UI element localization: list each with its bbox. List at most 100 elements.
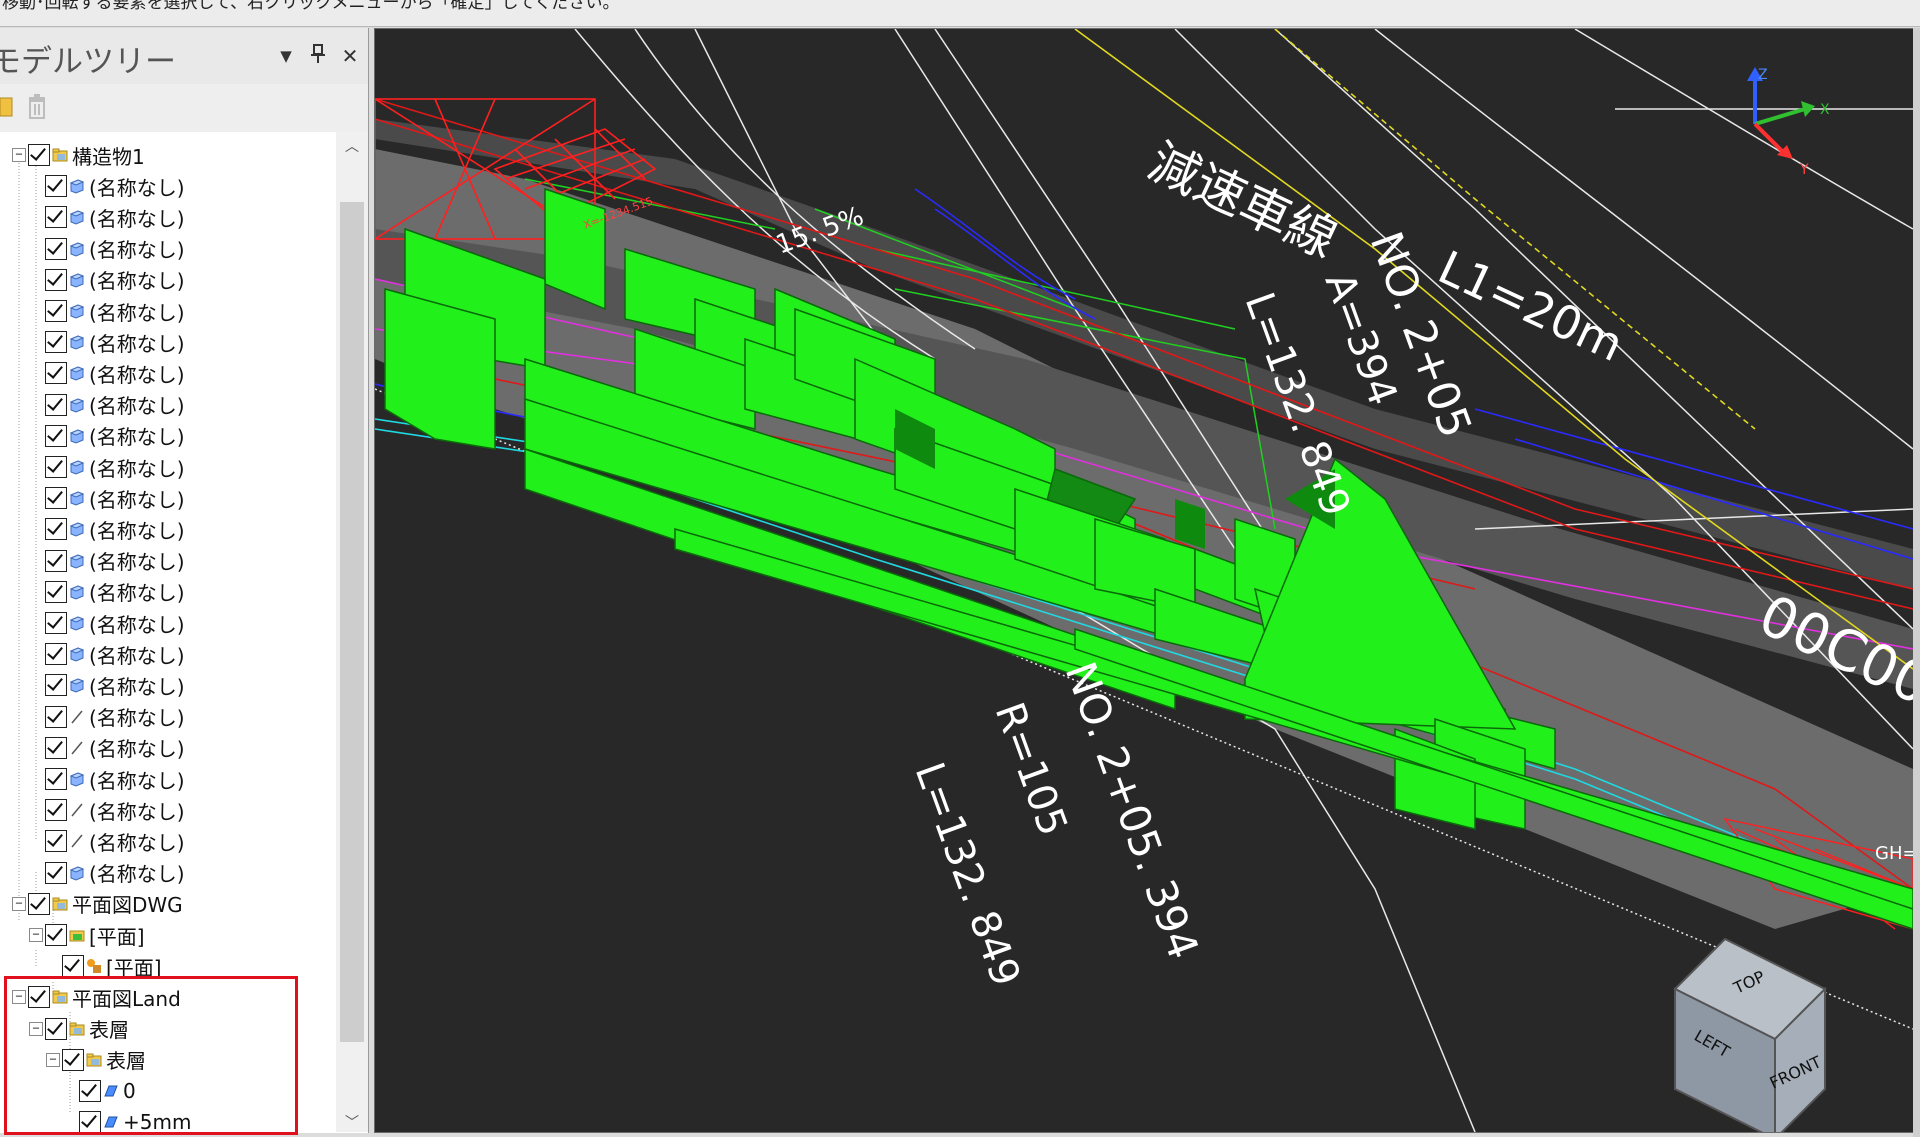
tree-item-label: (名称なし) xyxy=(89,238,185,263)
status-bar: 移動･回転する要素を選択して、右クリックメニューから「確定」してください。 xyxy=(0,0,1920,27)
tree-checkbox[interactable] xyxy=(45,175,67,198)
pin-icon[interactable] xyxy=(306,44,330,69)
scroll-up-arrow[interactable]: ︿ xyxy=(336,136,368,156)
line-icon xyxy=(69,740,85,756)
tree-item[interactable]: (名称なし) xyxy=(29,202,185,232)
tree-checkbox[interactable] xyxy=(45,736,67,759)
panel-dropdown-button[interactable]: ▼ xyxy=(274,47,298,65)
axis-x-label: X xyxy=(1820,102,1830,118)
tree-item[interactable]: (名称なし) xyxy=(29,171,185,201)
3d-scene[interactable]: 15. 5% 減速車線 L1=20m NO. 2+05 A=394 L=132.… xyxy=(375,29,1913,1132)
tree-checkbox[interactable] xyxy=(45,206,67,229)
tree-expander[interactable]: − xyxy=(12,896,26,911)
axis-gizmo: Z X Y xyxy=(1747,67,1830,178)
tree-expander[interactable]: − xyxy=(12,148,26,162)
solid-icon xyxy=(69,365,85,381)
panel-title: モデルツリー xyxy=(0,44,176,80)
tree-item[interactable]: − 平面図DWG xyxy=(12,889,183,919)
tree-checkbox[interactable] xyxy=(45,580,67,603)
tree-checkbox[interactable] xyxy=(45,518,67,541)
tree-scrollbar[interactable]: ︿ ﹀ xyxy=(336,132,368,1132)
tree-checkbox[interactable] xyxy=(45,674,67,697)
tree-item[interactable]: (名称なし) xyxy=(29,733,185,763)
tree-item-label: (名称なし) xyxy=(89,394,185,419)
tree-checkbox[interactable] xyxy=(45,612,67,634)
view-cube[interactable]: TOP LEFT FRONT xyxy=(1673,937,1827,1132)
tree-checkbox[interactable] xyxy=(45,393,67,416)
scroll-down-arrow[interactable]: ﹀ xyxy=(336,1112,368,1132)
tree-item[interactable]: (名称なし) xyxy=(29,670,185,700)
tree-item[interactable]: (名称なし) xyxy=(29,390,185,420)
tree-checkbox[interactable] xyxy=(45,768,67,790)
tree-item[interactable]: − [平面] xyxy=(29,920,145,950)
tree-checkbox[interactable] xyxy=(62,955,84,978)
tree-checkbox[interactable] xyxy=(28,144,50,166)
tree-item[interactable]: (名称なし) xyxy=(29,702,185,732)
tree-checkbox[interactable] xyxy=(45,487,67,510)
axis-y-label: Y xyxy=(1799,162,1809,178)
tree-checkbox[interactable] xyxy=(45,456,67,478)
tree-item[interactable]: (名称なし) xyxy=(29,234,185,264)
scroll-thumb[interactable] xyxy=(340,202,364,1042)
tree-item-label: [平面] xyxy=(89,924,145,949)
tree-item[interactable]: (名称なし) xyxy=(29,795,185,825)
tree-checkbox[interactable] xyxy=(45,861,67,884)
trash-icon[interactable] xyxy=(26,94,46,120)
tree-item-label: (名称なし) xyxy=(89,612,185,637)
tree-checkbox[interactable] xyxy=(45,924,67,946)
tree-item[interactable]: (名称なし) xyxy=(29,265,185,295)
tree-checkbox[interactable] xyxy=(45,300,67,322)
solid-icon xyxy=(69,178,85,194)
solid-icon xyxy=(69,209,85,225)
tree-checkbox[interactable] xyxy=(45,705,67,728)
tree-item[interactable]: (名称なし) xyxy=(29,358,185,388)
tree-expander[interactable]: − xyxy=(29,928,43,942)
tree-item[interactable]: (名称なし) xyxy=(29,514,185,544)
tree-checkbox[interactable] xyxy=(45,549,67,572)
tree-item-label: (名称なし) xyxy=(89,706,185,731)
solid-icon xyxy=(69,771,85,787)
3d-viewport[interactable]: 15. 5% 減速車線 L1=20m NO. 2+05 A=394 L=132.… xyxy=(374,28,1914,1133)
tree-item[interactable]: (名称なし) xyxy=(29,608,185,638)
tree-item[interactable]: (名称なし) xyxy=(29,764,185,794)
tree-checkbox[interactable] xyxy=(28,892,50,915)
tree-item[interactable]: − 構造物1 xyxy=(12,140,145,170)
model-tree-panel: モデルツリー ▼ ✕ − 構造物1 (名称なし) (名称なし) (名称なし) (名称 xyxy=(0,28,369,1133)
tree-item[interactable]: (名称なし) xyxy=(29,327,185,357)
tree-item[interactable]: (名称なし) xyxy=(29,826,185,856)
gh-label: GH= xyxy=(1875,843,1913,864)
panel-header: モデルツリー ▼ ✕ xyxy=(0,28,368,84)
tree-checkbox[interactable] xyxy=(45,799,67,822)
selection-highlight-box xyxy=(4,976,298,1135)
tree-item-label: (名称なし) xyxy=(89,768,185,793)
tree-checkbox[interactable] xyxy=(45,643,67,666)
solid-icon xyxy=(69,241,85,257)
tree-item[interactable]: (名称なし) xyxy=(29,577,185,607)
tree-item[interactable]: (名称なし) xyxy=(29,452,185,482)
tree-checkbox[interactable] xyxy=(45,331,67,354)
solid-icon xyxy=(69,615,85,631)
tree-item[interactable]: (名称なし) xyxy=(29,546,185,576)
tree-checkbox[interactable] xyxy=(45,268,67,291)
tree-checkbox[interactable] xyxy=(45,830,67,853)
tree-checkbox[interactable] xyxy=(45,424,67,447)
panel-close-button[interactable]: ✕ xyxy=(338,44,362,68)
panel-toolbar xyxy=(0,84,368,133)
tree-checkbox[interactable] xyxy=(45,362,67,385)
radius-label: R=105 xyxy=(986,697,1076,842)
tree-item-label: (名称なし) xyxy=(89,456,185,481)
tree-item[interactable]: (名称なし) xyxy=(29,296,185,326)
tree-item-label: (名称なし) xyxy=(89,862,185,887)
folder-icon[interactable] xyxy=(0,94,20,120)
tree-item-label: (名称なし) xyxy=(89,550,185,575)
tree-item[interactable]: (名称なし) xyxy=(29,421,185,451)
line-icon xyxy=(69,709,85,725)
tree-item-label: (名称なし) xyxy=(89,799,185,824)
solid-icon xyxy=(69,584,85,600)
tree-item[interactable]: (名称なし) xyxy=(29,483,185,513)
line-icon xyxy=(69,802,85,818)
folder-icon xyxy=(52,147,68,163)
tree-item[interactable]: (名称なし) xyxy=(29,858,185,888)
tree-item[interactable]: (名称なし) xyxy=(29,639,185,669)
tree-checkbox[interactable] xyxy=(45,237,67,260)
